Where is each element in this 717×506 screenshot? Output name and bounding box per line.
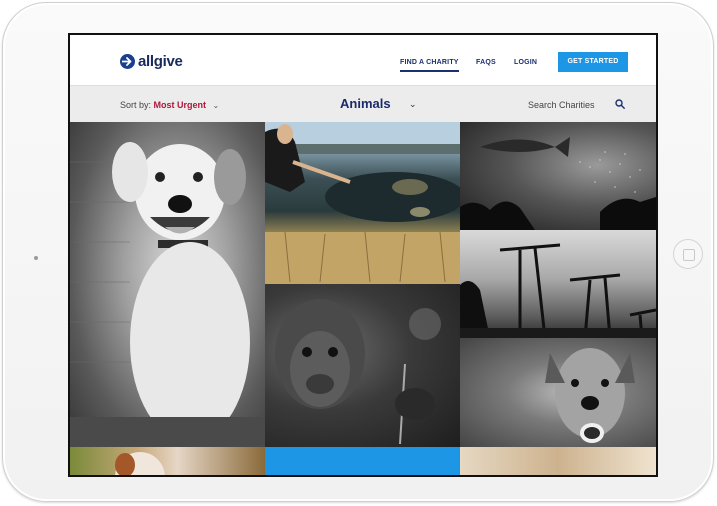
- sort-value: Most Urgent: [153, 100, 207, 110]
- charity-tile-dog[interactable]: [70, 122, 265, 447]
- tablet-frame: allgive FIND A CHARITY FAQS LOGIN GET ST…: [2, 2, 714, 502]
- chevron-down-icon: ⌄: [212, 101, 220, 110]
- charity-tile-oil-pumps[interactable]: [460, 230, 656, 338]
- charity-tile-highlight[interactable]: [265, 447, 460, 475]
- sort-dropdown[interactable]: Sort by: Most Urgent ⌄: [120, 100, 219, 110]
- camera-icon: [34, 256, 38, 260]
- charity-tile-dog-portrait[interactable]: [460, 338, 656, 447]
- site-header: allgive FIND A CHARITY FAQS LOGIN GET ST…: [70, 35, 656, 85]
- get-started-button[interactable]: GET STARTED: [558, 52, 628, 72]
- nav-faqs[interactable]: FAQS: [476, 59, 496, 66]
- charity-tile-ocean[interactable]: [460, 122, 656, 230]
- filter-bar: Sort by: Most Urgent ⌄ Animals ⌄ Search …: [70, 85, 656, 122]
- logo[interactable]: allgive: [120, 53, 183, 70]
- charity-tile-orangutan[interactable]: [265, 284, 460, 447]
- arrow-circle-icon: [120, 54, 135, 69]
- search-input[interactable]: Search Charities: [528, 100, 595, 110]
- charity-tile-puppy[interactable]: [70, 447, 265, 475]
- chevron-down-icon[interactable]: ⌄: [409, 99, 417, 110]
- brand-name: allgive: [138, 53, 183, 70]
- search-icon[interactable]: [615, 99, 625, 109]
- nav-find-a-charity[interactable]: FIND A CHARITY: [400, 59, 459, 72]
- home-button[interactable]: [673, 239, 703, 269]
- category-title[interactable]: Animals: [340, 96, 391, 111]
- charity-tile-fur[interactable]: [460, 447, 656, 475]
- nav-login[interactable]: LOGIN: [514, 59, 537, 66]
- charity-tile-wetland[interactable]: [265, 122, 460, 284]
- screen: allgive FIND A CHARITY FAQS LOGIN GET ST…: [68, 33, 658, 477]
- sort-label: Sort by:: [120, 100, 152, 110]
